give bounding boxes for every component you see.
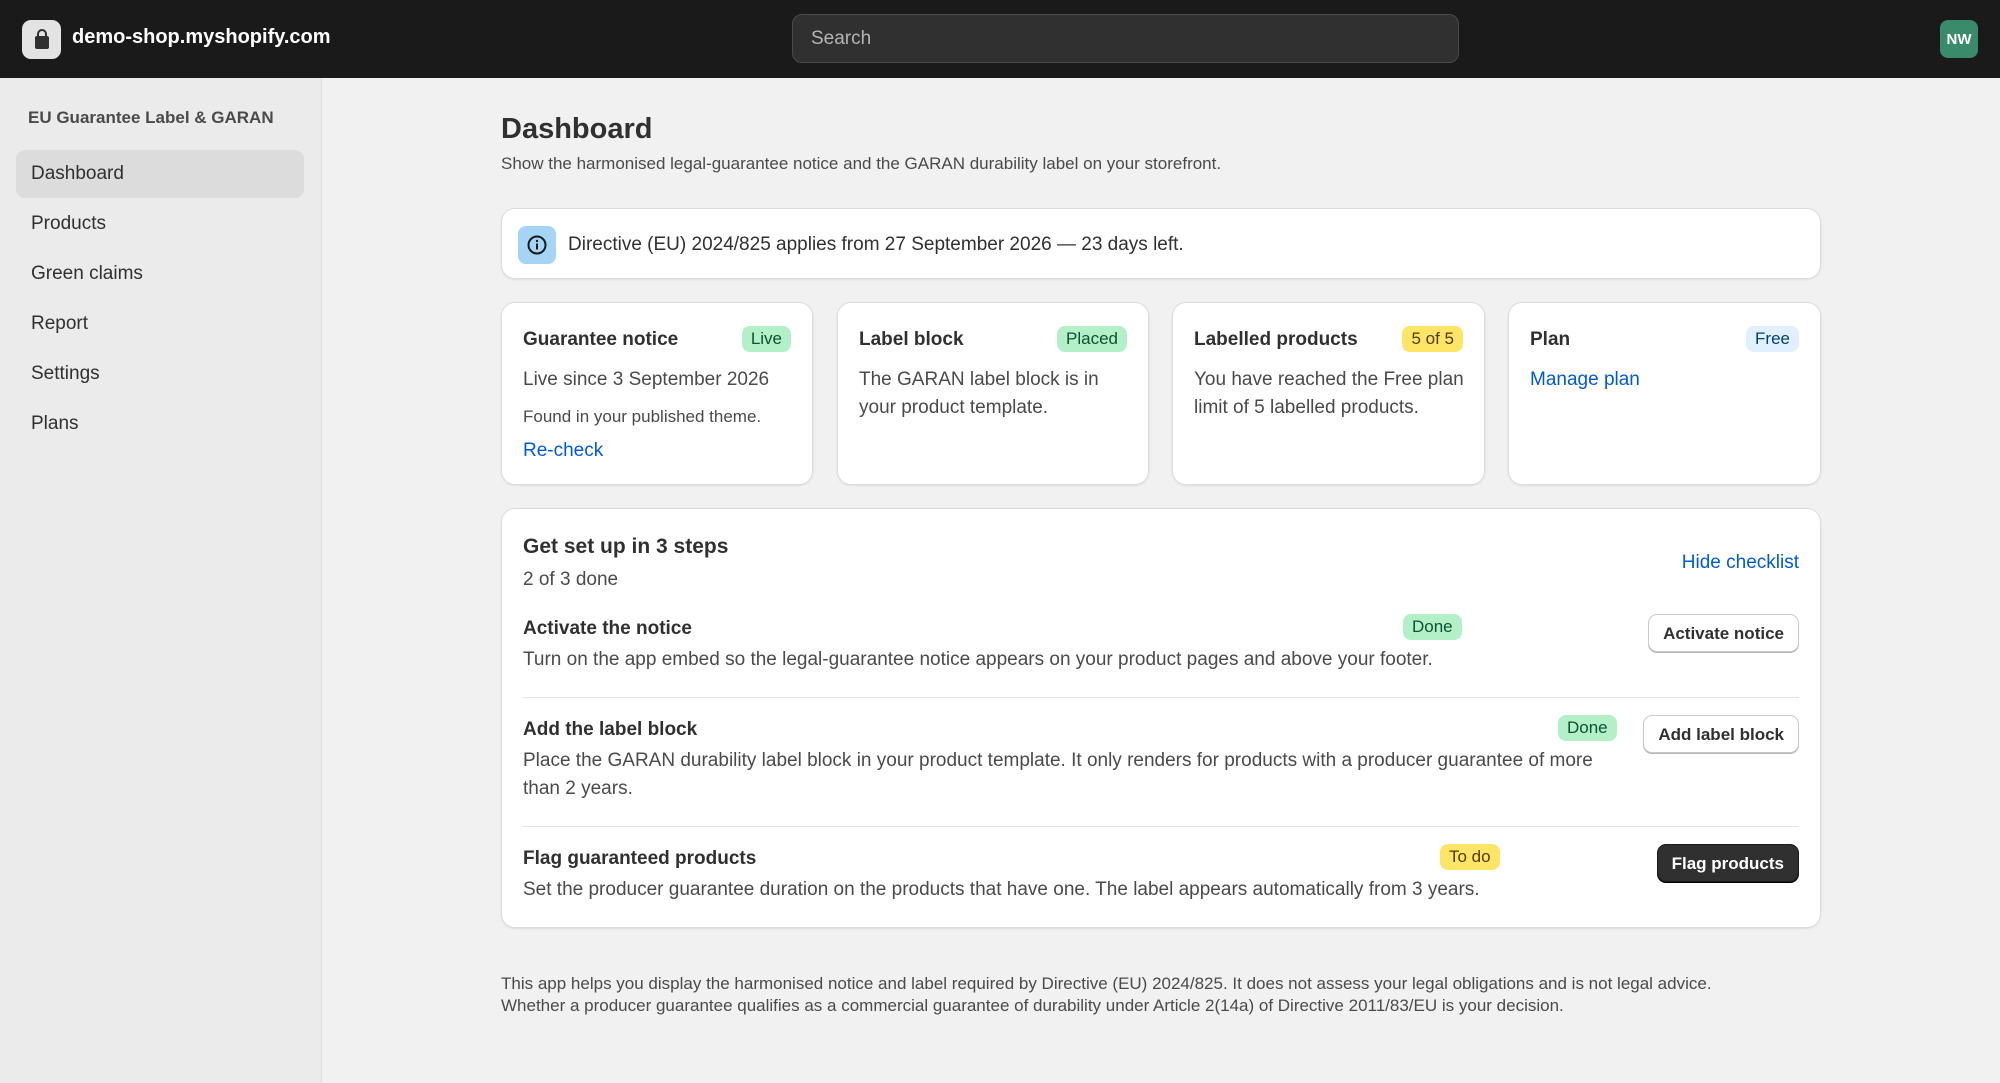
label-block-card: Label block Placed The GARAN label block… [837,302,1149,485]
sidebar-item-settings[interactable]: Settings [16,350,304,398]
step-status-badge: To do [1440,844,1500,870]
plan-card: Plan Free Manage plan [1508,302,1821,485]
sidebar: EU Guarantee Label & GARAN Dashboard Pro… [0,78,322,1083]
hide-checklist-link[interactable]: Hide checklist [1682,552,1799,574]
sidebar-item-plans[interactable]: Plans [16,400,304,448]
step-title: Add the label block [523,719,698,740]
disclaimer: This app helps you display the harmonise… [501,973,1831,1017]
status-badge: 5 of 5 [1402,326,1463,352]
guarantee-notice-card: Guarantee notice Live Live since 3 Septe… [501,302,813,485]
status-badge: Placed [1057,326,1127,352]
step-status-badge: Done [1558,715,1617,741]
store-name[interactable]: demo-shop.myshopify.com [72,26,331,49]
checklist-title: Get set up in 3 steps [523,535,729,558]
page-subtitle: Show the harmonised legal-guarantee noti… [501,154,1222,173]
disclaimer-line: Whether a producer guarantee qualifies a… [501,996,1564,1015]
sidebar-item-products[interactable]: Products [16,200,304,248]
sidebar-item-report[interactable]: Report [16,300,304,348]
card-title: Plan [1530,329,1571,350]
avatar[interactable]: NW [1940,20,1978,58]
card-note: Found in your published theme. [523,407,762,426]
labelled-products-card: Labelled products 5 of 5 You have reache… [1172,302,1485,485]
flag-products-button[interactable]: Flag products [1656,844,1799,882]
info-icon [518,226,556,264]
step-title: Flag guaranteed products [523,848,757,869]
step-description: Place the GARAN durability label block i… [523,750,1593,799]
sidebar-item-green-claims[interactable]: Green claims [16,250,304,298]
recheck-link[interactable]: Re-check [523,440,603,462]
page-title: Dashboard [501,113,653,145]
card-body: The GARAN label block is in your product… [859,369,1099,418]
step-description: Turn on the app embed so the legal-guara… [523,649,1433,670]
add-label-block-button[interactable]: Add label block [1643,715,1799,753]
step-status-badge: Done [1403,614,1462,640]
divider [523,826,1799,827]
card-title: Label block [859,329,964,350]
top-bar: demo-shop.myshopify.com Search NW [0,0,2000,78]
banner-text: Directive (EU) 2024/825 applies from 27 … [568,234,1184,255]
step-description: Set the producer guarantee duration on t… [523,879,1480,900]
checklist-progress: 2 of 3 done [523,569,619,590]
activate-notice-button[interactable]: Activate notice [1648,614,1799,652]
step-title: Activate the notice [523,618,692,639]
shopping-bag-icon[interactable] [22,20,61,59]
info-banner: Directive (EU) 2024/825 applies from 27 … [501,208,1821,279]
card-body: Live since 3 September 2026 [523,369,770,390]
divider [523,697,1799,698]
app-name: EU Guarantee Label & GARAN [28,108,274,127]
status-badge: Live [741,326,791,352]
card-title: Guarantee notice [523,329,679,350]
plan-badge: Free [1746,326,1799,352]
disclaimer-line: This app helps you display the harmonise… [501,974,1712,993]
setup-checklist: Get set up in 3 steps 2 of 3 done Hide c… [501,508,1821,928]
manage-plan-link[interactable]: Manage plan [1530,366,1640,394]
sidebar-item-dashboard[interactable]: Dashboard [16,150,304,198]
card-body: You have reached the Free plan limit of … [1194,369,1464,418]
card-title: Labelled products [1194,329,1358,350]
search-input[interactable]: Search [792,14,1459,63]
